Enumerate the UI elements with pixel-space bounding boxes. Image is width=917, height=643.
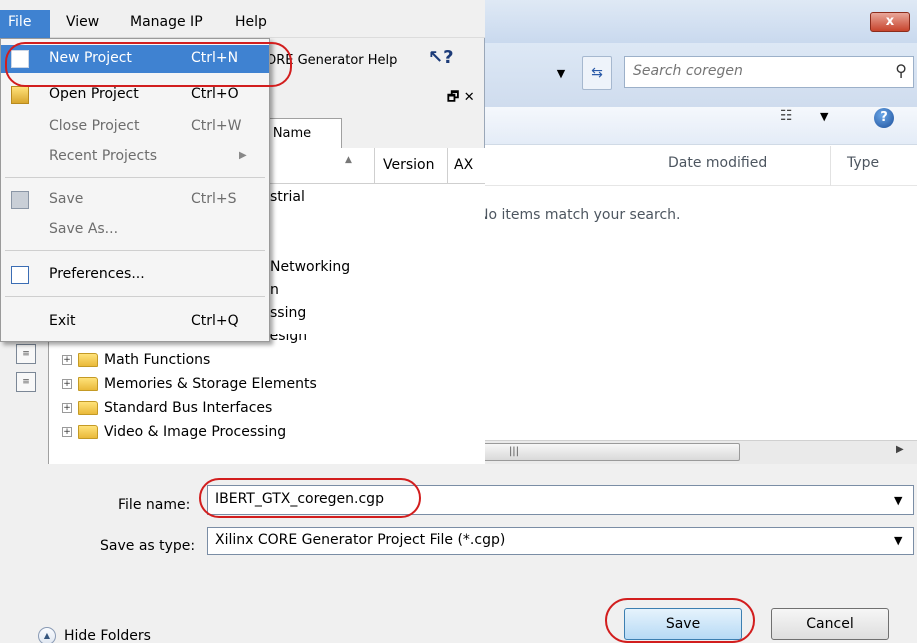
- tree-item[interactable]: + Video & Image Processing: [62, 421, 286, 443]
- menu-separator: [5, 296, 265, 297]
- coregen-help-button[interactable]: ORE Generator Help: [266, 53, 397, 68]
- document-list-icon[interactable]: ≡: [16, 372, 36, 392]
- help-icon[interactable]: ?: [874, 108, 894, 128]
- empty-results-message: No items match your search.: [478, 207, 681, 223]
- search-input[interactable]: [633, 63, 873, 79]
- new-document-icon: [11, 50, 29, 68]
- save-as-type-label: Save as type:: [100, 538, 196, 554]
- context-help-icon[interactable]: ↖?: [428, 47, 454, 68]
- chevron-down-icon[interactable]: ▼: [894, 494, 902, 507]
- column-divider: [447, 148, 448, 184]
- view-options-icon[interactable]: ☷: [780, 108, 793, 124]
- menu-help[interactable]: Help: [235, 14, 267, 30]
- save-as-type-value[interactable]: Xilinx CORE Generator Project File (*.cg…: [215, 532, 505, 548]
- chevron-down-icon[interactable]: ▼: [820, 110, 828, 123]
- menu-item-shortcut: Ctrl+S: [191, 191, 237, 207]
- tree-item-label: Memories & Storage Elements: [104, 376, 317, 392]
- menu-item-recent-projects[interactable]: Recent Projects ▶: [1, 143, 269, 171]
- menu-item-save-as[interactable]: Save As...: [1, 216, 269, 244]
- chevron-down-icon[interactable]: ▼: [894, 534, 902, 547]
- expand-icon[interactable]: +: [62, 379, 72, 389]
- tree-item-fragment[interactable]: n: [270, 282, 279, 298]
- menu-item-label: New Project: [49, 50, 132, 66]
- tree-item-label: Math Functions: [104, 352, 211, 368]
- menu-item-label: Recent Projects: [49, 148, 158, 164]
- tree-item-fragment[interactable]: strial: [270, 189, 305, 205]
- address-dropdown-icon[interactable]: ▼: [548, 62, 574, 86]
- menu-view[interactable]: View: [66, 14, 99, 30]
- column-version[interactable]: Version: [383, 157, 434, 173]
- tree-item-label: Video & Image Processing: [104, 424, 287, 440]
- menu-item-close-project[interactable]: Close Project Ctrl+W: [1, 113, 269, 141]
- menu-item-label: Save: [49, 191, 84, 207]
- search-box[interactable]: ⚲: [624, 56, 914, 88]
- menu-file[interactable]: File: [0, 10, 50, 38]
- expand-icon[interactable]: +: [62, 427, 72, 437]
- open-folder-icon: [11, 86, 29, 104]
- menu-item-shortcut: Ctrl+N: [191, 50, 239, 66]
- menu-item-exit[interactable]: Exit Ctrl+Q: [1, 308, 269, 336]
- column-type[interactable]: Type: [847, 155, 879, 171]
- menu-item-label: Exit: [49, 313, 76, 329]
- menu-item-shortcut: Ctrl+Q: [191, 313, 239, 329]
- expand-icon[interactable]: +: [62, 355, 72, 365]
- dialog-close-button[interactable]: x: [870, 12, 910, 32]
- folder-icon: [78, 401, 98, 415]
- menu-separator: [5, 177, 265, 178]
- folder-icon: [78, 353, 98, 367]
- menu-manage-ip[interactable]: Manage IP: [130, 14, 203, 30]
- submenu-arrow-icon: ▶: [239, 150, 247, 161]
- column-ax[interactable]: AX: [454, 157, 473, 173]
- tree-item[interactable]: + Math Functions: [62, 349, 210, 371]
- tree-item-fragment[interactable]: ssing: [270, 305, 306, 321]
- menu-item-label: Save As...: [49, 221, 119, 237]
- tree-item[interactable]: + Memories & Storage Elements: [62, 373, 317, 395]
- hide-folders-label: Hide Folders: [64, 628, 151, 643]
- folder-icon: [78, 425, 98, 439]
- save-disk-icon: [11, 191, 29, 209]
- menu-item-shortcut: Ctrl+O: [191, 86, 239, 102]
- tree-item-label: Standard Bus Interfaces: [104, 400, 273, 416]
- search-icon[interactable]: ⚲: [895, 61, 907, 80]
- column-divider: [830, 146, 831, 186]
- menu-separator: [5, 250, 265, 251]
- menu-item-label: Preferences...: [49, 266, 145, 282]
- menu-item-new-project[interactable]: New Project Ctrl+N: [1, 45, 269, 73]
- cancel-button[interactable]: Cancel: [771, 608, 889, 640]
- sort-ascending-icon: ▲: [345, 155, 352, 165]
- tree-item-fragment[interactable]: Networking: [270, 259, 350, 275]
- folder-icon: [78, 377, 98, 391]
- expand-icon[interactable]: +: [62, 403, 72, 413]
- pane-pin-close-icon[interactable]: 🗗 ✕: [447, 88, 475, 110]
- menu-item-save[interactable]: Save Ctrl+S: [1, 186, 269, 214]
- menu-item-open-project[interactable]: Open Project Ctrl+O: [1, 81, 269, 109]
- file-name-label: File name:: [118, 497, 191, 513]
- collapse-up-icon: ▲: [38, 627, 56, 643]
- file-menu-dropdown: New Project Ctrl+N Open Project Ctrl+O C…: [0, 38, 270, 342]
- refresh-icon[interactable]: ⇆: [582, 56, 612, 90]
- save-button[interactable]: Save: [624, 608, 742, 640]
- column-date-modified[interactable]: Date modified: [668, 155, 767, 171]
- menu-item-label: Close Project: [49, 118, 140, 134]
- file-name-value[interactable]: IBERT_GTX_coregen.cgp: [215, 491, 384, 507]
- menu-item-preferences[interactable]: Preferences...: [1, 261, 269, 289]
- menu-item-label: Open Project: [49, 86, 139, 102]
- scroll-right-icon[interactable]: ▶: [896, 444, 904, 455]
- document-list-icon[interactable]: ≡: [16, 344, 36, 364]
- hide-folders-button[interactable]: ▲ Hide Folders: [38, 625, 151, 643]
- column-divider: [374, 148, 375, 184]
- menu-item-shortcut: Ctrl+W: [191, 118, 242, 134]
- preferences-list-icon: [11, 266, 29, 284]
- tree-item[interactable]: + Standard Bus Interfaces: [62, 397, 272, 419]
